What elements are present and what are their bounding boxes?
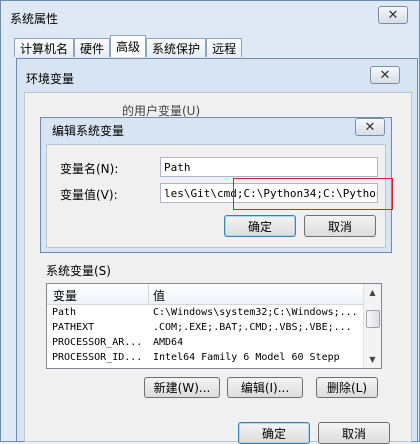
env-close-button[interactable]: ✕: [370, 66, 400, 84]
table-row[interactable]: PATHEXT .COM;.EXE;.BAT;.CMD;.VBS;.VBE;..…: [47, 321, 365, 336]
tab-hardware[interactable]: 硬件: [74, 38, 111, 57]
scroll-down-icon[interactable]: ▼: [365, 351, 380, 367]
variable-name-input[interactable]: Path: [160, 157, 378, 177]
column-divider[interactable]: [148, 284, 149, 304]
close-button[interactable]: ✕: [378, 6, 408, 24]
vertical-scrollbar[interactable]: ▲ ▼: [363, 284, 381, 368]
table-header: 变量 值: [47, 284, 365, 305]
highlight-box: [233, 178, 393, 210]
edit-variable-button[interactable]: 编辑(I)...: [227, 377, 303, 398]
row-value: Intel64 Family 6 Model 60 Stepp: [153, 352, 340, 363]
env-cancel-button[interactable]: 取消: [318, 422, 390, 444]
delete-variable-button[interactable]: 删除(L): [316, 377, 378, 398]
new-variable-button[interactable]: 新建(W)...: [144, 377, 220, 398]
variable-value-label: 变量值(V):: [60, 188, 118, 202]
window-title: 系统属性: [10, 12, 59, 26]
tab-advanced[interactable]: 高级: [110, 35, 147, 57]
edit-dialog-title: 编辑系统变量: [52, 124, 125, 138]
column-header-value[interactable]: 值: [153, 287, 165, 304]
table-row[interactable]: Path C:\Windows\system32;C:\Windows;...: [47, 306, 365, 321]
variable-name-label: 变量名(N):: [60, 162, 119, 176]
tab-remote[interactable]: 远程: [206, 38, 243, 57]
dialog-title: 环境变量: [26, 72, 75, 86]
tab-system-protection[interactable]: 系统保护: [146, 38, 207, 57]
tab-bar: 计算机名 硬件 高级 系统保护 远程: [14, 35, 243, 58]
scroll-thumb[interactable]: [366, 310, 380, 328]
close-icon: ✕: [364, 119, 376, 135]
close-icon: ✕: [387, 7, 399, 23]
system-variables-table[interactable]: 变量 值 Path C:\Windows\system32;C:\Windows…: [46, 283, 382, 369]
row-name: Path: [52, 307, 77, 318]
table-row[interactable]: PROCESSOR_AR... AMD64: [47, 336, 365, 351]
row-value: C:\Windows\system32;C:\Windows;...: [153, 307, 358, 318]
row-name: PATHEXT: [52, 322, 95, 333]
row-name: PROCESSOR_ID...: [52, 352, 143, 363]
edit-ok-button[interactable]: 确定: [224, 215, 296, 237]
column-header-variable[interactable]: 变量: [53, 287, 77, 304]
system-variables-label: 系统变量(S): [46, 264, 111, 278]
env-ok-button[interactable]: 确定: [238, 422, 310, 444]
table-row[interactable]: PROCESSOR_ID... Intel64 Family 6 Model 6…: [47, 351, 365, 366]
row-name: PROCESSOR_AR...: [52, 337, 143, 348]
scroll-up-icon[interactable]: ▲: [365, 284, 380, 300]
edit-close-button[interactable]: ✕: [355, 118, 385, 136]
edit-cancel-button[interactable]: 取消: [304, 215, 376, 237]
row-value: .COM;.EXE;.BAT;.CMD;.VBS;.VBE;...: [153, 322, 352, 333]
close-icon: ✕: [379, 67, 391, 83]
tab-computer-name[interactable]: 计算机名: [14, 38, 75, 57]
row-value: AMD64: [153, 337, 184, 348]
